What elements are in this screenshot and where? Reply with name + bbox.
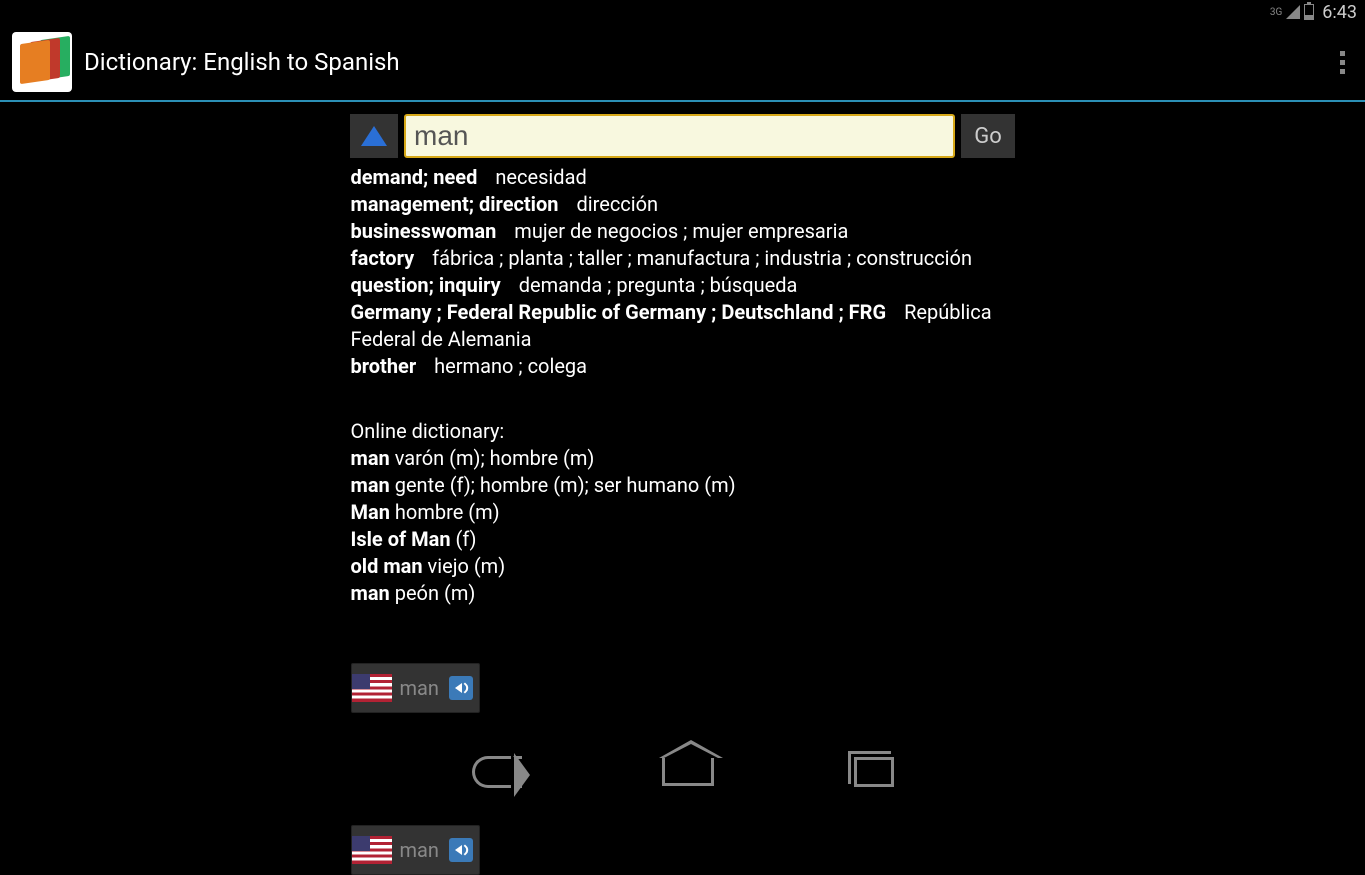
local-result-row[interactable]: brother hermano ; colega [351, 353, 1015, 380]
search-input[interactable] [404, 114, 955, 158]
result-translation: gente (f); hombre (m); ser humano (m) [395, 473, 736, 497]
local-result-row[interactable]: businesswoman mujer de negocios ; mujer e… [351, 218, 1015, 245]
result-translation: varón (m); hombre (m) [395, 446, 595, 470]
result-term: brother [351, 354, 417, 378]
clock: 6:43 [1322, 2, 1357, 23]
home-button[interactable] [662, 758, 714, 786]
result-translation: mujer de negocios ; mujer empresaria [514, 219, 848, 243]
result-term: factory [351, 246, 415, 270]
result-term: Isle of Man [351, 527, 456, 551]
result-translation: demanda ; pregunta ; búsqueda [519, 273, 798, 297]
local-result-row[interactable]: Germany ; Federal Republic of Germany ; … [351, 299, 1015, 353]
result-translation: hermano ; colega [434, 354, 587, 378]
overflow-menu-icon[interactable] [1332, 43, 1353, 82]
audio-chip[interactable]: man [351, 825, 480, 875]
online-result-row[interactable]: Isle of Man (f) [351, 526, 1015, 553]
up-triangle-button[interactable] [350, 114, 398, 158]
audio-chip-word: man [400, 837, 439, 864]
result-translation: necesidad [495, 165, 586, 189]
app-title: Dictionary: English to Spanish [84, 48, 1320, 76]
online-result-row[interactable]: man peón (m) [351, 580, 1015, 607]
online-dictionary-header: Online dictionary: [351, 418, 1015, 445]
app-icon[interactable] [12, 32, 72, 92]
app-bar: Dictionary: English to Spanish [0, 24, 1365, 102]
result-translation: (f) [456, 527, 477, 551]
audio-chip[interactable]: man [351, 663, 480, 713]
result-translation: viejo (m) [428, 554, 506, 578]
result-translation: hombre (m) [395, 500, 500, 524]
search-row: Go [350, 114, 1015, 158]
result-translation: peón (m) [395, 581, 476, 605]
local-result-row[interactable]: demand; need necesidad [351, 164, 1015, 191]
result-term: businesswoman [351, 219, 497, 243]
navigation-bar [0, 744, 1365, 800]
result-term: man [351, 446, 395, 470]
online-result-row[interactable]: Man hombre (m) [351, 499, 1015, 526]
status-bar: 3G 6:43 [0, 0, 1365, 24]
result-term: Germany ; Federal Republic of Germany ; … [351, 300, 887, 324]
result-term: man [351, 473, 395, 497]
network-type: 3G [1270, 7, 1282, 18]
recent-apps-button[interactable] [854, 757, 894, 787]
us-flag-icon [352, 836, 392, 864]
local-result-row[interactable]: factory fábrica ; planta ; taller ; manuf… [351, 245, 1015, 272]
online-result-row[interactable]: man varón (m); hombre (m) [351, 445, 1015, 472]
speaker-icon[interactable] [449, 676, 473, 700]
result-term: man [351, 581, 395, 605]
online-result-row[interactable]: old man viejo (m) [351, 553, 1015, 580]
local-result-row[interactable]: question; inquiry demanda ; pregunta ; bú… [351, 272, 1015, 299]
result-term: old man [351, 554, 428, 578]
online-result-row[interactable]: man gente (f); hombre (m); ser humano (m… [351, 472, 1015, 499]
result-translation: fábrica ; planta ; taller ; manufactura … [432, 246, 972, 270]
result-term: question; inquiry [351, 273, 501, 297]
result-term: management; direction [351, 192, 559, 216]
go-button[interactable]: Go [961, 114, 1015, 158]
result-translation: dirección [576, 192, 658, 216]
speaker-icon[interactable] [449, 838, 473, 862]
back-button[interactable] [472, 756, 522, 788]
result-term: Man [351, 500, 395, 524]
battery-icon [1304, 4, 1314, 20]
audio-chip-word: man [400, 675, 439, 702]
triangle-up-icon [361, 126, 387, 146]
us-flag-icon [352, 674, 392, 702]
result-term: demand; need [351, 165, 478, 189]
local-result-row[interactable]: management; direction dirección [351, 191, 1015, 218]
signal-icon [1286, 5, 1300, 19]
